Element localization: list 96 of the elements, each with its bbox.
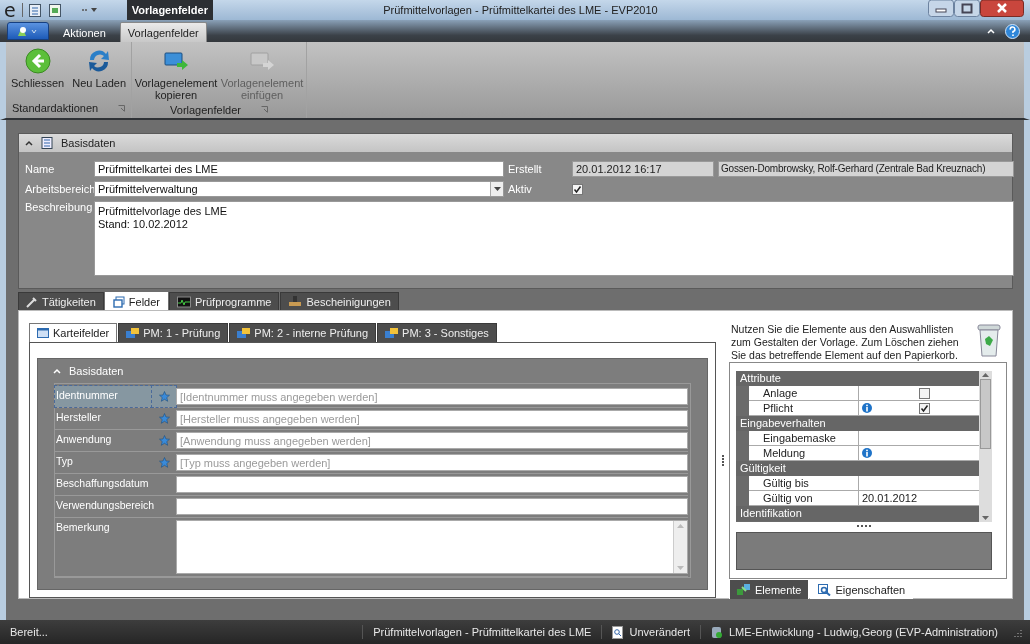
tab[interactable]: Karteifelder	[29, 323, 118, 342]
placeholder: [Typ muss angegeben werden]	[180, 457, 331, 468]
name-field[interactable]: Prüfmittelkartei des LME	[94, 161, 504, 177]
scroll-down-icon[interactable]	[982, 516, 989, 521]
elements-icon	[737, 583, 751, 596]
app-menu-button[interactable]	[7, 22, 49, 40]
help-icon[interactable]	[1005, 23, 1020, 39]
property-group[interactable]: Identifikation	[736, 506, 979, 521]
database-icon	[711, 625, 723, 639]
field-label: Beschreibung	[25, 201, 90, 213]
tab[interactable]: Prüfprogramme	[169, 292, 280, 310]
scrollbar-thumb[interactable]	[980, 379, 991, 449]
ribbon-tab[interactable]: Vorlagenfelder	[119, 22, 207, 42]
splitter-grip-icon[interactable]	[857, 525, 871, 528]
property-group[interactable]: Attribute	[736, 371, 979, 386]
maximize-button[interactable]	[954, 0, 980, 17]
property-name: Anlage	[749, 386, 859, 400]
dialog-launcher-icon[interactable]	[118, 104, 126, 112]
collapse-icon[interactable]	[25, 140, 33, 146]
checkbox[interactable]	[572, 183, 583, 195]
connection-info: LME-Entwicklung - Ludwig,Georg (EVP-Administration)	[729, 626, 998, 638]
group-label: Standardaktionen	[11, 102, 99, 114]
dropdown-arrow-icon	[493, 187, 501, 191]
window-icon	[112, 295, 125, 308]
folder-icon	[126, 328, 140, 338]
hint-text: Nutzen Sie die Elemente aus den Auswahllisten zum Gestalten der Vorlage. Zum Löschen ziehen Sie das betreffende Element auf den Papierkorb.	[731, 323, 960, 362]
splitter-grip-icon[interactable]	[721, 455, 724, 466]
property-name: Gültig von	[749, 491, 859, 505]
group-label: Vorlagenfelder	[170, 103, 241, 116]
scroll-up-icon[interactable]	[982, 373, 989, 377]
property-group[interactable]: Gültigkeit	[736, 461, 979, 476]
ribbon-tab[interactable]: Aktionen	[55, 22, 114, 42]
field-label[interactable]: Hersteller	[55, 408, 152, 429]
created-date-field: 20.01.2012 16:17	[572, 161, 714, 177]
card-icon	[37, 328, 49, 338]
tab[interactable]: PM: 1 - Prüfung	[118, 323, 229, 342]
form-icon	[41, 137, 53, 149]
field-label[interactable]: Beschaffungsdatum	[55, 474, 152, 495]
trash-can-icon[interactable]	[977, 323, 1001, 357]
folder-icon	[385, 328, 399, 338]
placeholder: [Identnummer muss angegeben werden]	[180, 391, 378, 402]
app-logo: e	[4, 0, 16, 20]
property-name: Pflicht	[749, 401, 859, 415]
section-title: Basisdaten	[61, 137, 116, 149]
magnifier-icon	[818, 583, 832, 596]
folder-icon	[237, 328, 251, 338]
star-icon	[158, 435, 170, 446]
workspace-dropdown[interactable]: Prüfmittelverwaltung	[94, 181, 504, 197]
document-icon[interactable]	[28, 3, 41, 17]
ribbon-button[interactable]: Neu Laden	[70, 46, 129, 100]
context-tab-group: Vorlagenfelder	[126, 0, 213, 20]
wrench-icon	[26, 295, 38, 308]
collapse-ribbon-icon[interactable]	[987, 28, 995, 34]
field-label: Erstellt	[508, 163, 543, 175]
placeholder: [Hersteller muss angegeben werden]	[180, 413, 360, 424]
field-label[interactable]: Bemerkung	[55, 518, 152, 576]
close-button[interactable]	[980, 0, 1024, 17]
star-icon	[158, 391, 170, 402]
ribbon-button[interactable]: Vorlagenelement kopieren	[135, 46, 218, 103]
star-icon	[158, 457, 170, 468]
tab[interactable]: PM: 2 - interne Prüfung	[229, 323, 377, 342]
group-title: Basisdaten	[69, 365, 124, 377]
resize-grip-icon[interactable]	[1012, 627, 1022, 637]
input-field[interactable]	[176, 476, 688, 493]
customize-menu-icon[interactable]	[80, 6, 97, 14]
placeholder: [Anwendung muss angegeben werden]	[180, 435, 371, 446]
tab[interactable]: Felder	[104, 292, 168, 310]
tab[interactable]: Tätigkeiten	[18, 292, 104, 310]
field-label[interactable]: Anwendung	[55, 430, 152, 451]
field-label: Aktiv	[508, 183, 533, 195]
tab[interactable]: Bescheinigungen	[280, 292, 399, 310]
document-name: Prüfmittelvorlagen - Prüfmittelkartei des LME	[373, 626, 592, 638]
property-name: Eingabemaske	[749, 431, 859, 445]
input-field[interactable]	[176, 498, 688, 515]
field-label: Name	[25, 163, 56, 175]
property-name: Meldung	[749, 446, 859, 460]
star-icon	[158, 413, 170, 424]
description-field[interactable]: Prüfmittelvorlage des LME Stand: 10.02.2012	[94, 201, 1014, 276]
property-group[interactable]: Eingabeverhalten	[736, 416, 979, 431]
created-by-field: Gossen-Dombrowsky, Rolf-Gerhard (Zentrale Bad Kreuznach)	[718, 161, 1014, 177]
ribbon-button[interactable]: Schliessen	[9, 46, 67, 100]
property-value[interactable]: 20.01.2012	[862, 492, 918, 504]
monitor-icon	[177, 295, 191, 308]
document-search-icon	[612, 625, 624, 639]
checkbox[interactable]	[919, 402, 930, 414]
tab[interactable]: Elemente	[729, 579, 810, 599]
checkbox[interactable]	[919, 387, 930, 399]
tab[interactable]: PM: 3 - Sonstiges	[377, 323, 497, 342]
sheet-icon[interactable]	[48, 3, 61, 17]
change-state: Unverändert	[629, 626, 690, 638]
stamp-icon	[288, 295, 303, 308]
property-name: Gültig bis	[749, 476, 859, 490]
window-title: Prüfmittelvorlagen - Prüfmittelkartei des LME - EVP2010	[383, 4, 658, 16]
status-text: Bereit...	[10, 626, 49, 638]
field-label[interactable]: Verwendungsbereich	[55, 496, 152, 517]
field-label[interactable]: Typ	[55, 452, 152, 473]
